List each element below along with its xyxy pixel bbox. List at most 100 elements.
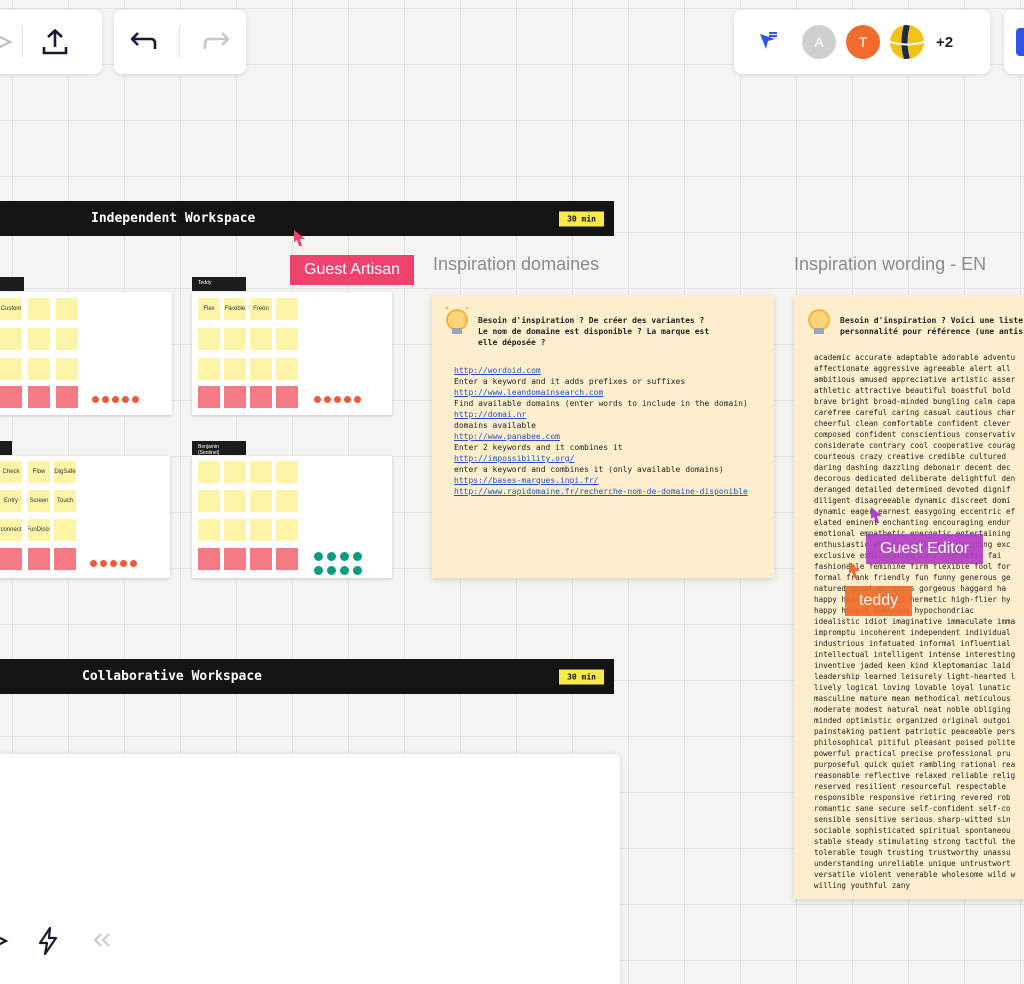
sticky-note: DigSafe	[54, 461, 76, 483]
sticky-note	[276, 386, 298, 408]
upload-button[interactable]	[33, 20, 77, 64]
vote-dot	[122, 396, 129, 403]
card-link[interactable]: http://domai.nr	[454, 409, 748, 420]
word-line: lively logical loving lovable loyal luna…	[814, 683, 1011, 692]
sticky-note: Entry	[0, 490, 22, 512]
cursor-label-guest-artisan: Guest Artisan	[290, 255, 415, 285]
avatar-initial: T	[858, 34, 868, 50]
word-line: considerate contrary cool cooperative co…	[814, 441, 1016, 450]
word-line: minded optimistic organized original out…	[814, 716, 1011, 725]
collaborative-workspace-header[interactable]: Collaborative Workspace 30 min	[0, 659, 614, 694]
pen-icon[interactable]	[0, 20, 16, 64]
sticky-note	[224, 386, 246, 408]
word-line: purposeful quick quiet rambling rational…	[814, 760, 1016, 769]
heading-line: personnalité pour référence (une antis	[840, 327, 1024, 336]
sticky-note	[198, 461, 220, 483]
card-heading: Besoin d'inspiration ? De créer des vari…	[478, 315, 709, 348]
word-line: romantic sane secure self-confident self…	[814, 804, 1011, 813]
avatar[interactable]: A	[802, 25, 836, 59]
word-line: willing youthful zany	[814, 881, 911, 890]
collapse-chevron-icon[interactable]	[92, 932, 112, 948]
timer-badge: 30 min	[559, 669, 604, 684]
word-line: painstaking patient patriotic peaceable …	[814, 727, 1016, 736]
section-title-wording: Inspiration wording - EN	[794, 254, 987, 274]
card-link[interactable]: http://www.panabee.com	[454, 431, 748, 442]
word-line: decorous dedicated deliberate delightful…	[814, 474, 1016, 483]
inspiration-domaines-card[interactable]: Besoin d'inspiration ? De créer des vari…	[432, 295, 774, 578]
vote-dot	[314, 396, 321, 403]
video-camera-icon[interactable]	[0, 928, 12, 954]
card-link[interactable]: http://wordoid.com	[454, 365, 748, 376]
sticky-note	[56, 358, 78, 380]
independent-workspace-header[interactable]: Independent Workspace 30 min	[0, 201, 614, 236]
avatar[interactable]: T	[846, 25, 880, 59]
vote-dot	[132, 396, 139, 403]
undo-button[interactable]	[121, 20, 165, 64]
word-line: idealistic idiot imaginative immaculate …	[814, 617, 1016, 626]
sticky-note	[198, 386, 220, 408]
word-line: deranged detailed determined devoted dig…	[814, 485, 1011, 494]
vote-dot	[130, 560, 137, 567]
sticky-note	[224, 519, 246, 541]
cursor-pointer-icon	[849, 562, 860, 578]
vote-dot	[324, 396, 331, 403]
card-body: http://wordoid.com Enter a keyword and it…	[454, 365, 748, 497]
word-line: daring dashing dazzling debonair decent …	[814, 463, 1011, 472]
vote-dot	[340, 566, 349, 575]
cursor-follow-icon[interactable]	[754, 28, 782, 56]
more-collaborators-count[interactable]: +2	[936, 34, 953, 51]
sticky-note	[56, 328, 78, 350]
share-button[interactable]	[1004, 10, 1024, 74]
upload-icon	[42, 29, 68, 55]
word-line: affectionate aggressive agreeable alert …	[814, 364, 1011, 373]
sticky-note	[198, 548, 220, 570]
sticky-note	[224, 490, 246, 512]
lightbulb-icon	[808, 309, 830, 334]
sticky-note	[250, 519, 272, 541]
sticky-note: Touch	[54, 490, 76, 512]
word-line: tolerable tough trusting trustworthy una…	[814, 848, 1011, 857]
card-text: domains available	[454, 421, 536, 430]
heading-line: Besoin d'inspiration ? De créer des vari…	[478, 316, 705, 325]
sticky-note	[276, 548, 298, 570]
sticky-note	[276, 298, 298, 320]
frame-title: Independent Workspace	[91, 211, 256, 226]
card-link[interactable]: https://bases-marques.inpi.fr/	[454, 475, 748, 486]
word-line: masculine mature mean methodical meticul…	[814, 694, 1011, 703]
sticky-note	[0, 548, 22, 570]
mini-board[interactable]: Flex Flexible Freon	[192, 292, 392, 415]
mini-board[interactable]: Custom	[0, 292, 172, 415]
word-line: leadership learned leisurely light-heart…	[814, 672, 1016, 681]
sticky-note	[0, 386, 22, 408]
mini-board[interactable]	[192, 456, 392, 578]
word-line: athletic attractive beautiful boastful b…	[814, 386, 1011, 395]
word-line: courteous crazy creative credible cultur…	[814, 452, 1007, 461]
card-link[interactable]: http://impossibility.org/	[454, 453, 748, 464]
cursor-label-guest-editor: Guest Editor	[866, 534, 983, 564]
redo-button[interactable]	[195, 20, 239, 64]
sticky-note: FunDisco	[28, 519, 50, 541]
card-link[interactable]: http://www.leandomainsearch.com	[454, 387, 748, 398]
vote-dot	[102, 396, 109, 403]
sticky-note	[250, 386, 272, 408]
sticky-note	[54, 548, 76, 570]
cursor-pointer-icon	[294, 230, 305, 246]
sticky-note	[224, 461, 246, 483]
mini-board[interactable]: Check Flow DigSafe Entry Screen Touch co…	[0, 456, 170, 578]
frame-title: Collaborative Workspace	[82, 669, 263, 684]
sticky-note	[0, 328, 22, 350]
lightning-icon[interactable]	[36, 926, 60, 956]
heading-line: Le nom de domaine est disponible ? La ma…	[478, 327, 710, 336]
vote-dot	[340, 552, 349, 561]
board-tag: Teddy	[192, 277, 246, 291]
avatar[interactable]	[890, 25, 924, 59]
word-list: academic accurate adaptable adorable adv…	[814, 352, 1015, 891]
collaborative-workspace-area[interactable]	[0, 754, 620, 984]
vote-dot	[327, 566, 336, 575]
vote-dot	[314, 566, 323, 575]
word-line: moderate modest natural neat noble oblig…	[814, 705, 1011, 714]
card-link[interactable]: http://www.rapidomaine.fr/recherche-nom-…	[454, 486, 748, 497]
board-tag	[0, 277, 24, 291]
section-title-domaines: Inspiration domaines	[433, 254, 600, 274]
toolbar-divider	[179, 26, 181, 58]
